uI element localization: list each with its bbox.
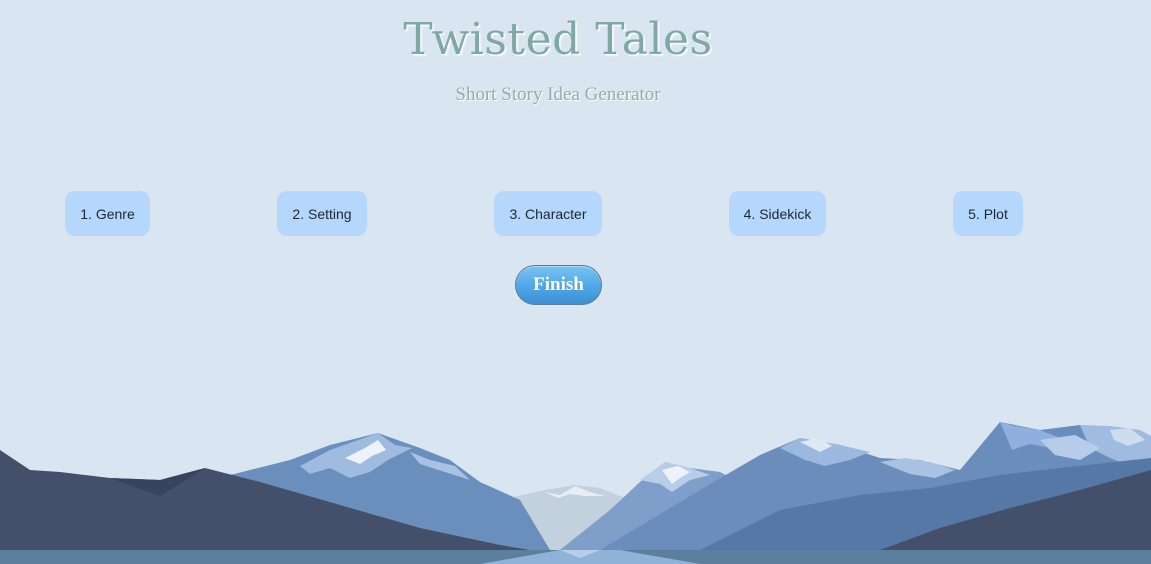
mountain-landscape-illustration bbox=[0, 422, 1151, 564]
page-title: Twisted Tales bbox=[403, 14, 713, 65]
page: Twisted Tales Short Story Idea Generator… bbox=[0, 0, 1151, 564]
step-setting-button[interactable]: 2. Setting bbox=[277, 191, 367, 236]
step-genre-button[interactable]: 1. Genre bbox=[65, 191, 150, 236]
step-sidekick-button[interactable]: 4. Sidekick bbox=[729, 191, 826, 236]
step-character-button[interactable]: 3. Character bbox=[494, 191, 602, 236]
step-plot-button[interactable]: 5. Plot bbox=[953, 191, 1023, 236]
page-subtitle: Short Story Idea Generator bbox=[455, 84, 661, 105]
finish-button[interactable]: Finish bbox=[515, 265, 602, 305]
